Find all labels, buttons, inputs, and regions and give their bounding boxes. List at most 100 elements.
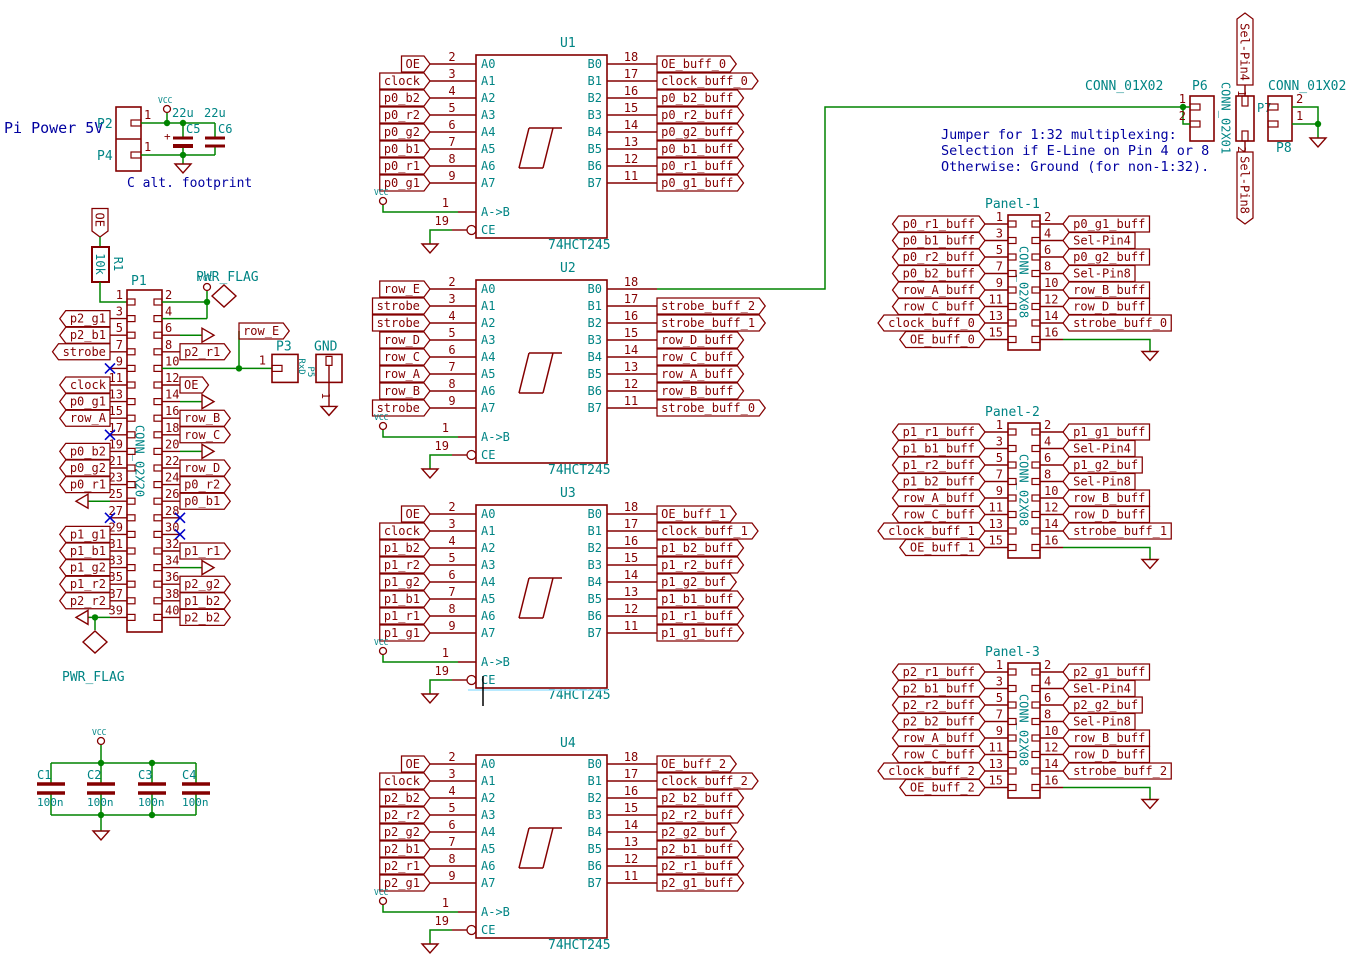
global-label-text-row-c[interactable]: row_C xyxy=(184,428,220,442)
wire[interactable] xyxy=(1063,548,1150,560)
global-label-text-p1-r1[interactable]: p1_r1 xyxy=(384,609,420,623)
global-label-text-p0-g1-buff[interactable]: p0_g1_buff xyxy=(661,176,733,190)
global-label-text-p2-r2-buff[interactable]: p2_r2_buff xyxy=(903,698,975,712)
global-label-text-row-c[interactable]: row_C xyxy=(384,350,420,364)
global-label-text-p2-g1-buff[interactable]: p2_g1_buff xyxy=(1073,665,1145,679)
global-label-text-row-e[interactable]: row_E xyxy=(384,282,420,296)
global-label-text-strobe-buff-0[interactable]: strobe_buff_0 xyxy=(661,401,755,415)
global-label-text-row-c-buff[interactable]: row_C_buff xyxy=(903,508,975,522)
global-label-text-row-c-buff[interactable]: row_C_buff xyxy=(903,300,975,314)
pwr-flag-icon[interactable] xyxy=(83,631,107,653)
gnd-symbol[interactable] xyxy=(422,244,438,253)
global-label-text-p2-b2[interactable]: p2_b2 xyxy=(184,610,220,624)
global-label-text-p1-b2[interactable]: p1_b2 xyxy=(384,541,420,555)
vcc-icon[interactable] xyxy=(98,738,105,745)
gnd-symbol[interactable] xyxy=(76,610,88,624)
global-label-text-p0-b1[interactable]: p0_b1 xyxy=(184,494,220,508)
gnd-symbol[interactable] xyxy=(1142,352,1158,361)
global-label-text-sel-pin4[interactable]: Sel-Pin4 xyxy=(1073,682,1131,696)
schematic-canvas[interactable]: Pi Power 5VP2P411VCC+22uC522uC6C alt. fo… xyxy=(0,0,1354,969)
global-label-text-clock-buff-1[interactable]: clock_buff_1 xyxy=(661,524,748,538)
global-label-text-oe-buff-0[interactable]: OE_buff_0 xyxy=(910,333,975,347)
global-label-text-p2-b1[interactable]: p2_b1 xyxy=(384,842,420,856)
global-label-text-p2-g2[interactable]: p2_g2 xyxy=(184,577,220,591)
vcc-icon[interactable] xyxy=(380,648,387,655)
global-label-text-p0-r1-buff[interactable]: p0_r1_buff xyxy=(903,217,975,231)
global-label-text-p2-b1-buff[interactable]: p2_b1_buff xyxy=(661,842,733,856)
global-label-text-row-a[interactable]: row_A xyxy=(384,367,421,381)
gnd-symbol[interactable] xyxy=(1142,560,1158,569)
global-label-text-clock[interactable]: clock xyxy=(384,524,421,538)
global-label-text-strobe[interactable]: strobe xyxy=(377,299,420,313)
global-label-text-p2-b2-buff[interactable]: p2_b2_buff xyxy=(903,715,975,729)
global-label-text-oe[interactable]: OE xyxy=(406,507,420,521)
global-label-text-p0-g2[interactable]: p0_g2 xyxy=(384,125,420,139)
global-label-text-p0-r1[interactable]: p0_r1 xyxy=(70,478,106,492)
global-label-text-p1-g1[interactable]: p1_g1 xyxy=(384,626,420,640)
global-label-text-row-a-buff[interactable]: row_A_buff xyxy=(903,491,975,505)
global-label-text-oe[interactable]: OE xyxy=(184,378,198,392)
global-label-text-strobe-buff-1[interactable]: strobe_buff_1 xyxy=(1073,524,1167,538)
global-label-text-p2-r1[interactable]: p2_r1 xyxy=(184,345,220,359)
global-label-text-oe[interactable]: OE xyxy=(406,57,420,71)
global-label-text-p2-g1-buff[interactable]: p2_g1_buff xyxy=(661,876,733,890)
global-label-text-oe-buff-1[interactable]: OE_buff_1 xyxy=(661,507,726,521)
global-label-text-row-c-buff[interactable]: row_C_buff xyxy=(661,350,733,364)
global-label-text-p1-b1-buff[interactable]: p1_b1_buff xyxy=(661,592,733,606)
global-label-text-p0-r2-buff[interactable]: p0_r2_buff xyxy=(903,250,975,264)
global-label-text-clock-buff-0[interactable]: clock_buff_0 xyxy=(661,74,748,88)
global-label-text-p1-b1[interactable]: p1_b1 xyxy=(70,544,106,558)
global-label-text-clock[interactable]: clock xyxy=(384,774,421,788)
gnd-symbol[interactable] xyxy=(175,164,191,173)
global-label-text-clock-buff-2[interactable]: clock_buff_2 xyxy=(888,764,975,778)
vcc-icon[interactable] xyxy=(380,423,387,430)
global-label-text-p0-r2[interactable]: p0_r2 xyxy=(384,108,420,122)
buffer-glyph-icon[interactable] xyxy=(519,353,562,393)
global-label-text-p1-r2-buff[interactable]: p1_r2_buff xyxy=(903,458,975,472)
global-label-text-row-d-buff[interactable]: row_D_buff xyxy=(661,333,733,347)
global-label-text-row-b-buff[interactable]: row_B_buff xyxy=(1073,731,1145,745)
global-label-text-oe-buff-2[interactable]: OE_buff_2 xyxy=(661,757,726,771)
global-label-text-p0-g1[interactable]: p0_g1 xyxy=(70,395,106,409)
connector-p8[interactable] xyxy=(1268,96,1292,141)
global-label-text-p2-b2[interactable]: p2_b2 xyxy=(384,791,420,805)
global-label-text-row-e[interactable]: row_E xyxy=(243,324,279,338)
global-label-text-strobe-buff-0[interactable]: strobe_buff_0 xyxy=(1073,316,1167,330)
connector-p3[interactable] xyxy=(272,354,298,382)
global-label-text-sel-pin8[interactable]: Sel-Pin8 xyxy=(1073,267,1131,281)
global-label-text-sel-pin4[interactable]: Sel-Pin4 xyxy=(1073,442,1131,456)
connector-p6[interactable] xyxy=(1190,96,1214,141)
wire[interactable] xyxy=(1063,340,1150,352)
global-label-text-clock[interactable]: clock xyxy=(384,74,421,88)
global-label-text-p0-g2[interactable]: p0_g2 xyxy=(70,461,106,475)
global-label-text-oe[interactable]: OE xyxy=(406,757,420,771)
global-label-text-p2-r2[interactable]: p2_r2 xyxy=(384,808,420,822)
buffer-glyph-icon[interactable] xyxy=(519,578,562,618)
global-label-text-p2-g1[interactable]: p2_g1 xyxy=(70,312,106,326)
vcc-icon[interactable] xyxy=(380,898,387,905)
global-label-text-p1-g1[interactable]: p1_g1 xyxy=(70,527,106,541)
global-label-text-p1-b2[interactable]: p1_b2 xyxy=(184,594,220,608)
global-label-text-p0-g1-buff[interactable]: p0_g1_buff xyxy=(1073,217,1145,231)
global-label-text-p1-r2[interactable]: p1_r2 xyxy=(384,558,420,572)
global-label-text-p0-b2-buff[interactable]: p0_b2_buff xyxy=(903,267,975,281)
global-label-text-row-b[interactable]: row_B xyxy=(184,411,220,425)
global-label-text-p1-r1-buff[interactable]: p1_r1_buff xyxy=(903,425,975,439)
global-label-text-p2-g2[interactable]: p2_g2 xyxy=(384,825,420,839)
global-label-text-p0-r2-buff[interactable]: p0_r2_buff xyxy=(661,108,733,122)
global-label-text-sel-pin8[interactable]: Sel-Pin8 xyxy=(1073,715,1131,729)
global-label-text-oe[interactable]: OE xyxy=(93,213,107,227)
global-label-text-p1-g1-buff[interactable]: p1_g1_buff xyxy=(1073,425,1145,439)
gnd-symbol[interactable] xyxy=(422,944,438,953)
global-label-text-row-a-buff[interactable]: row_A_buff xyxy=(661,367,733,381)
global-label-text-strobe-buff-2[interactable]: strobe_buff_2 xyxy=(661,299,755,313)
buffer-glyph-icon[interactable] xyxy=(519,128,562,168)
wire[interactable] xyxy=(430,455,452,469)
global-label-text-strobe-buff-2[interactable]: strobe_buff_2 xyxy=(1073,764,1167,778)
global-label-text-p1-g2-buf[interactable]: p1_g2_buf xyxy=(661,575,726,589)
pwr-flag-icon[interactable] xyxy=(212,285,236,307)
global-label-text-row-d[interactable]: row_D xyxy=(184,461,220,475)
gnd-symbol[interactable] xyxy=(202,328,214,342)
global-label-text-p2-b1[interactable]: p2_b1 xyxy=(70,328,106,342)
gnd-symbol[interactable] xyxy=(422,469,438,478)
